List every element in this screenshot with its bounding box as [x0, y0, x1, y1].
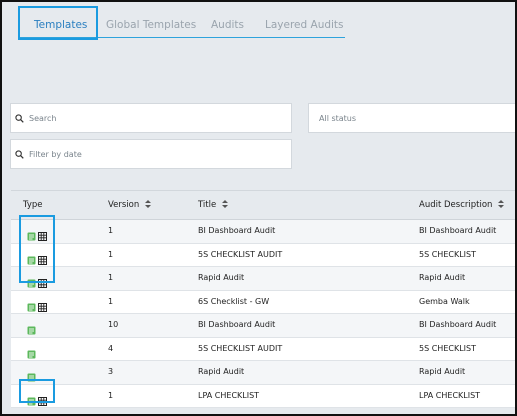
col-version-label: Version [108, 200, 140, 210]
doc-icon [27, 367, 36, 382]
title-cell: LPA CHECKLIST [198, 390, 260, 400]
version-cell: 10 [108, 320, 119, 329]
active-tab-highlight [18, 6, 98, 40]
doc-icon [27, 297, 36, 311]
tab-layered-audits[interactable]: Layered Audits [265, 15, 344, 35]
description-cell: Gemba Walk [419, 296, 470, 306]
col-title-label: Title [198, 200, 217, 210]
table-row[interactable]: 1 Rapid Audit Rapid Audit [11, 267, 515, 291]
search-input[interactable]: Search [10, 103, 292, 133]
version-cell: 1 [108, 226, 114, 235]
col-description-header[interactable]: Audit Description [419, 200, 505, 210]
table-row[interactable]: 1 5S CHECKLIST AUDIT 5S CHECKLIST [11, 243, 515, 267]
description-cell: BI Dashboard Audit [419, 320, 497, 329]
description-cell: 5S CHECKLIST [419, 343, 476, 353]
table-row[interactable]: 3 Rapid Audit Rapid Audit [11, 361, 515, 385]
table-row[interactable]: 1 LPA CHECKLIST LPA CHECKLIST [11, 384, 515, 408]
status-select[interactable]: All status [308, 103, 515, 133]
title-cell: 5S CHECKLIST AUDIT [198, 249, 283, 259]
grid-icon [38, 297, 47, 312]
description-cell: LPA CHECKLIST [419, 390, 481, 400]
description-cell: BI Dashboard Audit [419, 226, 497, 235]
title-cell: 6S Checklist - GW [198, 296, 270, 306]
sort-icon[interactable] [221, 200, 228, 208]
version-cell: 1 [108, 273, 114, 282]
description-cell: 5S CHECKLIST [419, 249, 476, 259]
title-cell: BI Dashboard Audit [198, 226, 276, 235]
version-cell: 1 [108, 296, 114, 306]
table-row[interactable]: 1 BI Dashboard Audit BI Dashboard Audit [11, 220, 515, 244]
date-filter-input[interactable]: Filter by date [10, 139, 292, 169]
type-icons-highlight [19, 379, 55, 403]
table-header: Type Version Title Audit Description [11, 190, 515, 220]
version-cell: 4 [108, 343, 114, 353]
description-cell: Rapid Audit [419, 273, 466, 282]
col-title-header[interactable]: Title [198, 200, 228, 210]
version-cell: 1 [108, 249, 114, 259]
doc-icon [27, 320, 36, 335]
type-icons-highlight [19, 215, 55, 283]
version-cell: 1 [108, 390, 114, 400]
search-placeholder: Search [29, 114, 57, 123]
table-row[interactable]: 10 BI Dashboard Audit BI Dashboard Audit [11, 314, 515, 338]
templates-table: Type Version Title Audit Description 1 BI… [11, 190, 515, 408]
col-type-header: Type [23, 200, 43, 210]
title-cell: 5S CHECKLIST AUDIT [198, 343, 283, 353]
app-window: Templates Global Templates Audits Layere… [0, 0, 517, 416]
search-icon [15, 114, 24, 123]
table-row[interactable]: 1 6S Checklist - GW Gemba Walk [11, 290, 515, 314]
title-cell: Rapid Audit [198, 367, 245, 376]
sort-icon[interactable] [498, 200, 505, 208]
date-filter-placeholder: Filter by date [29, 150, 82, 159]
version-cell: 3 [108, 367, 114, 376]
table-body: 1 BI Dashboard Audit BI Dashboard Audit 1 5S… [11, 220, 515, 408]
col-description-label: Audit Description [419, 200, 493, 210]
tab-bar: Templates Global Templates Audits Layere… [2, 2, 515, 62]
col-version-header[interactable]: Version [108, 200, 151, 210]
tab-audits[interactable]: Audits [211, 15, 244, 35]
title-cell: BI Dashboard Audit [198, 320, 276, 329]
search-icon [15, 150, 24, 159]
sort-icon[interactable] [144, 200, 151, 208]
table-row[interactable]: 4 5S CHECKLIST AUDIT 5S CHECKLIST [11, 337, 515, 361]
description-cell: Rapid Audit [419, 367, 466, 376]
tab-global-templates[interactable]: Global Templates [106, 15, 196, 35]
doc-icon [27, 344, 36, 358]
status-value: All status [319, 114, 357, 123]
title-cell: Rapid Audit [198, 273, 245, 282]
